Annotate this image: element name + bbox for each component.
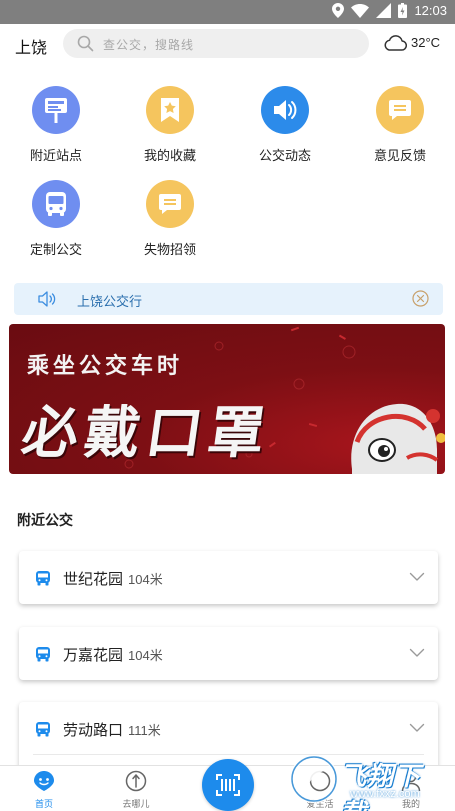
- nearby-stops-icon-circle: [32, 86, 80, 134]
- wifi-icon: [351, 3, 370, 18]
- watermark-logo-icon: [290, 755, 338, 803]
- banner-line-2: 必戴口罩: [17, 400, 276, 466]
- stop-distance: 104米: [128, 572, 163, 587]
- stop-distance: 111米: [128, 723, 161, 738]
- speaker-icon: [38, 291, 56, 307]
- bus-icon: [36, 571, 50, 586]
- city-selector[interactable]: 上饶: [15, 34, 47, 58]
- battery-icon: [398, 3, 408, 18]
- grid-item-lost-found[interactable]: 失物招领: [120, 180, 220, 258]
- bus-icon: [36, 722, 50, 737]
- status-bar: 12:03: [0, 0, 455, 24]
- nav-label: 首页: [34, 800, 53, 810]
- grid-item-nearby-stops[interactable]: 附近站点: [6, 86, 106, 164]
- bus-updates-icon-circle: [261, 86, 309, 134]
- chevron-down-icon[interactable]: [409, 648, 425, 658]
- message-icon: [389, 100, 411, 120]
- stop-name-row: 万嘉花园 104米: [63, 644, 163, 665]
- compass-icon: [125, 770, 147, 792]
- search-placeholder: 查公交，搜路线: [103, 38, 195, 52]
- banner-line-1: 乘坐公交车时: [27, 354, 184, 379]
- home-face-icon: [34, 771, 54, 791]
- grid-label: 意见反馈: [373, 149, 426, 164]
- stop-distance: 104米: [128, 648, 163, 663]
- grid-item-feedback[interactable]: 意见反馈: [350, 86, 450, 164]
- stop-name: 世纪花园: [63, 570, 124, 588]
- stop-name: 劳动路口: [63, 721, 124, 739]
- watermark-text: 飞翔下载: [340, 762, 422, 811]
- close-icon[interactable]: [412, 290, 429, 307]
- location-icon: [332, 3, 345, 18]
- temperature: 32°C: [411, 35, 441, 50]
- bus-icon: [46, 192, 66, 216]
- custom-bus-icon-circle: [32, 180, 80, 228]
- watermark: 飞翔下载 www.fxxz.com: [290, 750, 445, 811]
- section-title-nearby: 附近公交: [17, 513, 73, 529]
- bookmark-star-icon: [161, 98, 179, 122]
- grid-item-favorites[interactable]: 我的收藏: [120, 86, 220, 164]
- search-bar[interactable]: 查公交，搜路线: [63, 29, 369, 58]
- nav-label: 去哪儿: [122, 800, 150, 810]
- nav-where[interactable]: 去哪儿: [106, 770, 166, 810]
- lost-found-icon-circle: [146, 180, 194, 228]
- search-icon: [77, 35, 94, 52]
- notice-bar[interactable]: 上饶公交行: [14, 283, 443, 315]
- stop-name-row: 世纪花园 104米: [63, 568, 163, 589]
- watermark-url: www.fxxz.com: [350, 788, 420, 800]
- stop-name-row: 劳动路口 111米: [63, 719, 161, 740]
- stop-name: 万嘉花园: [63, 646, 124, 664]
- header: 上饶 查公交，搜路线 32°C: [0, 24, 455, 64]
- chevron-down-icon[interactable]: [409, 572, 425, 582]
- grid-label: 定制公交: [29, 243, 82, 258]
- favorites-icon-circle: [146, 86, 194, 134]
- scan-icon: [216, 774, 240, 796]
- nearby-stop-card[interactable]: 世纪花园 104米: [19, 551, 438, 604]
- grid-label: 附近站点: [29, 149, 82, 164]
- weather[interactable]: 32°C: [383, 34, 440, 51]
- bus-stop-sign-icon: [45, 98, 67, 123]
- promo-banner[interactable]: 乘坐公交车时 必戴口罩: [9, 324, 445, 474]
- grid-label: 失物招领: [143, 243, 196, 258]
- chevron-down-icon[interactable]: [409, 723, 425, 733]
- feedback-icon-circle: [376, 86, 424, 134]
- grid-label: 我的收藏: [143, 149, 196, 164]
- clock: 12:03: [414, 3, 447, 18]
- signal-icon: [376, 3, 392, 18]
- grid-item-bus-updates[interactable]: 公交动态: [235, 86, 335, 164]
- bus-icon: [36, 647, 50, 662]
- lion-dance-head-icon: [351, 403, 445, 474]
- notice-text: 上饶公交行: [77, 295, 143, 310]
- grid-item-custom-bus[interactable]: 定制公交: [6, 180, 106, 258]
- cloud-icon: [384, 35, 407, 51]
- nearby-stop-card[interactable]: 万嘉花园 104米: [19, 627, 438, 680]
- speaker-icon: [274, 100, 297, 120]
- grid-label: 公交动态: [258, 149, 311, 164]
- nav-home[interactable]: 首页: [14, 770, 74, 810]
- nav-scan-button[interactable]: [202, 759, 254, 811]
- message-icon: [159, 194, 181, 214]
